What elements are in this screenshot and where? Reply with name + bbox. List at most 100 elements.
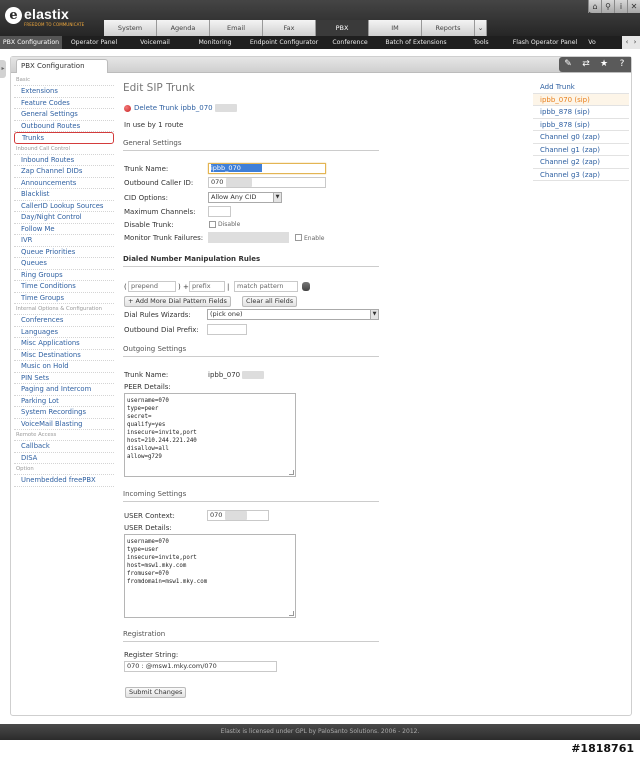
sidebar-item-misc-destinations[interactable]: Misc Destinations [14,350,114,361]
arrow-icon[interactable]: ⇄ [577,57,595,72]
tab-agenda[interactable]: Agenda [157,20,210,36]
sidebar-item-day-night[interactable]: Day/Night Control [14,212,114,224]
match-pattern-input[interactable]: match pattern [234,281,298,292]
resize-handle[interactable] [289,611,294,616]
logout-icon[interactable]: ✕ [627,0,640,13]
help-icon[interactable]: ? [613,57,631,72]
delete-trunk-link[interactable]: Delete Trunk ipbb_070 xx [134,104,237,112]
dial-rules-wizard-select[interactable]: (pick one) ▼ [207,309,379,320]
sidebar-item-follow-me[interactable]: Follow Me [14,224,114,235]
sidebar-item-callerid-lookup[interactable]: CallerID Lookup Sources [14,201,114,212]
add-trunk-link[interactable]: Add Trunk [533,81,629,94]
outbound-cid-input[interactable]: 070 x [208,177,326,188]
sidebar-item-conferences[interactable]: Conferences [14,315,114,327]
chevron-right-icon[interactable]: › [631,36,639,49]
peer-details-textarea[interactable]: username=070 type=peer secret= qualify=y… [124,393,296,477]
sidebar-item-time-conditions[interactable]: Time Conditions [14,281,114,293]
sidebar-item-ring-groups[interactable]: Ring Groups [14,270,114,281]
sidebar-item-general-settings[interactable]: General Settings [14,109,114,121]
sidebar-item-queues[interactable]: Queues [14,258,114,270]
resize-handle[interactable] [289,470,294,475]
tab-pbx[interactable]: PBX [316,20,369,37]
frame-icons: ✎ ⇄ ★ ? [559,57,631,72]
chevron-left-icon[interactable]: ‹ [623,36,631,49]
sidebar-toggle-icon[interactable]: ▸ [0,60,6,78]
trunk-list-item[interactable]: Channel g2 (zap) [533,156,629,169]
sidebar-item-pin-sets[interactable]: PIN Sets [14,373,114,384]
sidebar-item-inbound-routes[interactable]: Inbound Routes [14,155,114,166]
module-tab-voicemail[interactable]: Voicemail [126,36,184,49]
sidebar-item-time-groups[interactable]: Time Groups [14,293,114,304]
module-tab-monitoring[interactable]: Monitoring [184,36,246,49]
module-tab-conference[interactable]: Conference [322,36,378,49]
database-icon[interactable] [302,282,310,291]
sidebar-item-feature-codes[interactable]: Feature Codes [14,98,114,109]
module-tab-flash-operator-panel[interactable]: Flash Operator Panel [508,36,582,49]
module-tab-batch-of-extensions[interactable]: Batch of Extensions [378,36,454,49]
tab-system[interactable]: System [104,20,157,36]
sidebar-item-unembedded-freepbx[interactable]: Unembedded freePBX [14,475,114,487]
prepend-input[interactable]: prepend [128,281,176,292]
sidebar-item-queue-priorities[interactable]: Queue Priorities [14,247,114,258]
sidebar-item-voicemail-blasting[interactable]: VoiceMail Blasting [14,419,114,430]
module-tab-tools[interactable]: Tools [454,36,508,49]
sidebar-item-languages[interactable]: Languages [14,327,114,338]
sidebar-item-blacklist[interactable]: Blacklist [14,189,114,201]
info-icon[interactable]: i [614,0,627,13]
trunk-list-item[interactable]: ipbb_878 (sip) [533,106,629,119]
module-tab-pbx-configuration[interactable]: PBX Configuration [0,36,62,49]
trunk-name-input[interactable]: ipbb_070 [208,163,326,174]
sidebar-item-ivr[interactable]: IVR [14,235,114,247]
tab-im[interactable]: IM [369,20,422,36]
clear-all-fields-button[interactable]: Clear all Fields [242,296,298,307]
cid-options-select[interactable]: Allow Any CID ▼ [208,192,282,203]
submit-changes-button[interactable]: Submit Changes [125,687,187,698]
frame-tab-pbx-configuration[interactable]: PBX Configuration [16,59,108,73]
disable-checkbox-label: Disable [218,221,241,228]
star-icon[interactable]: ★ [595,57,613,72]
elastix-logo[interactable]: e elastix FREEDOM TO COMMUNICATE [5,4,95,30]
trunk-list-item[interactable]: Channel g1 (zap) [533,144,629,156]
user-details-textarea[interactable]: username=070 type=user insecure=invite,p… [124,534,296,618]
delete-icon[interactable] [124,105,131,112]
trunk-list-item[interactable]: Channel g0 (zap) [533,131,629,144]
tab-email[interactable]: Email [210,20,263,36]
sidebar-item-disa[interactable]: DISA [14,453,114,464]
sidebar-item-misc-applications[interactable]: Misc Applications [14,338,114,350]
sidebar-item-outbound-routes[interactable]: Outbound Routes [14,121,114,132]
sidebar-item-callback[interactable]: Callback [14,441,114,453]
tab-fax[interactable]: Fax [263,20,316,36]
chevron-down-icon: ▼ [370,310,378,319]
module-tab-voip[interactable]: Vo [582,36,602,49]
sidebar-item-zap-channel-dids[interactable]: Zap Channel DIDs [14,166,114,178]
user-context-input[interactable]: 070 x [207,510,269,521]
outbound-prefix-input[interactable] [207,324,247,335]
sidebar-item-announcements[interactable]: Announcements [14,178,114,189]
module-tab-endpoint-configurator[interactable]: Endpoint Configurator [246,36,322,49]
tab-reports[interactable]: Reports [422,20,475,36]
search-icon[interactable]: ⚲ [601,0,614,13]
home-icon[interactable]: ⌂ [588,0,601,13]
module-tab-operator-panel[interactable]: Operator Panel [62,36,126,49]
user-context-label: USER Context: [124,512,175,520]
module-bar: PBX Configuration Operator Panel Voicema… [0,36,640,49]
max-channels-input[interactable] [208,206,231,217]
prefix-input[interactable]: prefix [189,281,225,292]
monitor-enable-checkbox[interactable] [295,234,302,241]
sidebar-item-system-recordings[interactable]: System Recordings [14,407,114,419]
edit-icon[interactable]: ✎ [559,57,577,72]
content-frame: PBX Configuration ✎ ⇄ ★ ? Basic Extensio… [10,56,632,716]
trunk-list-item[interactable]: ipbb_070 (sip) [533,93,629,106]
sidebar-item-music-on-hold[interactable]: Music on Hold [14,361,114,373]
sidebar-item-parking-lot[interactable]: Parking Lot [14,396,114,407]
sidebar-item-trunks[interactable]: Trunks [14,132,114,144]
sidebar-item-paging-intercom[interactable]: Paging and Intercom [14,384,114,396]
sidebar-item-extensions[interactable]: Extensions [14,86,114,98]
trunk-list-item[interactable]: Channel g3 (zap) [533,169,629,181]
trunk-list-item[interactable]: ipbb_878 (sip) [533,119,629,131]
add-more-dial-pattern-button[interactable]: + Add More Dial Pattern Fields [124,296,231,307]
register-string-input[interactable]: 070 : @msw1.mky.com/070 [124,661,277,672]
disable-trunk-checkbox[interactable] [209,221,216,228]
chevron-down-icon[interactable]: ⌄ [475,20,487,36]
user-details-label: USER Details: [124,524,172,532]
